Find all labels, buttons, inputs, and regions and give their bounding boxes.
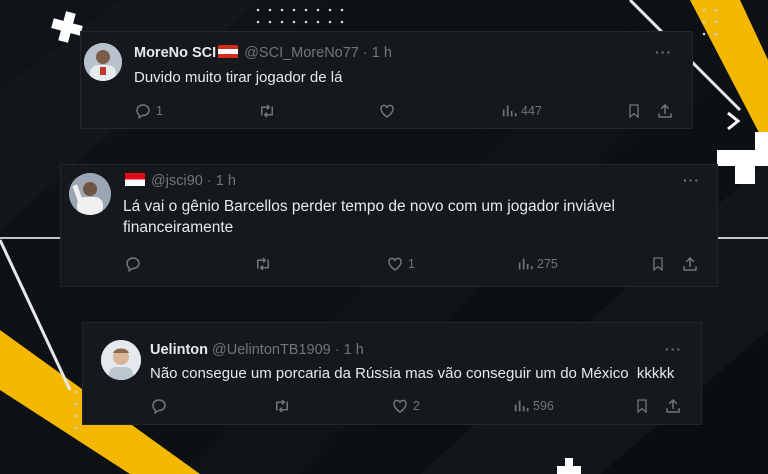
flag-icon	[125, 173, 145, 186]
reply-button[interactable]	[150, 397, 168, 415]
like-count: 2	[413, 399, 420, 413]
flag-icon	[218, 45, 239, 58]
views-button[interactable]: 447	[501, 102, 542, 120]
tweet-card-2[interactable]: @jsci90 · 1 h ··· Lá vai o gênio Barcell…	[60, 164, 718, 287]
share-button[interactable]	[664, 397, 682, 415]
handle[interactable]: @jsci90	[151, 173, 203, 189]
tweet-header: MoreNo SCI @SCI_MoreNo77 · 1 h	[134, 45, 392, 61]
view-count: 596	[533, 399, 554, 413]
tweet-card-1[interactable]: MoreNo SCI @SCI_MoreNo77 · 1 h ··· Duvid…	[80, 31, 693, 129]
share-icon	[666, 398, 680, 413]
more-icon[interactable]: ···	[683, 172, 700, 188]
views-icon	[518, 258, 533, 270]
more-icon[interactable]: ···	[655, 44, 672, 60]
reply-button[interactable]	[124, 255, 142, 273]
view-count: 275	[537, 257, 558, 271]
tweet-text-line-1: Lá vai o gênio Barcellos perder tempo de…	[123, 198, 615, 215]
tweet-card-3[interactable]: Uelinton @UelintonTB1909 · 1 h ··· Não c…	[82, 322, 702, 425]
timestamp[interactable]: 1 h	[216, 173, 236, 189]
reply-count: 1	[156, 104, 163, 118]
retweet-button[interactable]	[272, 397, 292, 415]
timestamp[interactable]: 1 h	[372, 45, 392, 61]
bookmark-icon	[637, 399, 647, 414]
display-name[interactable]: Uelinton	[150, 342, 208, 358]
reply-icon	[152, 399, 166, 415]
tweet-text-line-2: financeiramente	[123, 219, 234, 236]
tweet-header: Uelinton @UelintonTB1909 · 1 h	[150, 342, 364, 358]
like-icon	[393, 399, 407, 413]
bookmark-icon	[653, 257, 663, 272]
share-icon	[658, 103, 672, 118]
tweet-text: Duvido muito tirar jogador de lá	[134, 69, 343, 86]
avatar[interactable]	[69, 173, 111, 215]
views-button[interactable]: 275	[517, 255, 558, 273]
more-icon[interactable]: ···	[665, 341, 682, 357]
tweet-text: Lá vai o gênio Barcellos perder tempo de…	[123, 196, 713, 238]
separator: ·	[334, 342, 340, 358]
timestamp[interactable]: 1 h	[344, 342, 364, 358]
separator: ·	[362, 45, 368, 61]
handle[interactable]: @SCI_MoreNo77	[244, 45, 359, 61]
separator: ·	[206, 173, 212, 189]
like-button[interactable]: 2	[391, 397, 420, 415]
bookmark-button[interactable]	[634, 397, 650, 415]
share-icon	[683, 256, 697, 271]
views-button[interactable]: 596	[513, 397, 554, 415]
retweet-icon	[276, 399, 288, 413]
views-icon	[502, 105, 517, 117]
bookmark-button[interactable]	[650, 255, 666, 273]
handle[interactable]: @UelintonTB1909	[212, 342, 331, 358]
like-count: 1	[408, 257, 415, 271]
reply-icon	[136, 104, 150, 120]
share-button[interactable]	[681, 255, 699, 273]
avatar[interactable]	[84, 43, 122, 81]
retweet-button[interactable]	[257, 102, 277, 120]
view-count: 447	[521, 104, 542, 118]
bookmark-icon	[629, 104, 639, 119]
like-button[interactable]	[378, 102, 396, 120]
like-button[interactable]: 1	[386, 255, 415, 273]
display-name[interactable]: MoreNo SCI	[134, 45, 216, 61]
reply-button[interactable]: 1	[134, 102, 163, 120]
tweet-header: @jsci90 · 1 h	[123, 173, 236, 189]
retweet-icon	[257, 257, 269, 271]
retweet-icon	[261, 104, 273, 118]
tweet-text: Não consegue um porcaria da Rússia mas v…	[150, 365, 675, 382]
like-icon	[388, 257, 402, 271]
reply-icon	[126, 257, 140, 273]
like-icon	[380, 104, 394, 118]
avatar[interactable]	[101, 340, 141, 380]
retweet-button[interactable]	[253, 255, 273, 273]
views-icon	[514, 400, 529, 412]
bookmark-button[interactable]	[626, 102, 642, 120]
share-button[interactable]	[656, 102, 674, 120]
